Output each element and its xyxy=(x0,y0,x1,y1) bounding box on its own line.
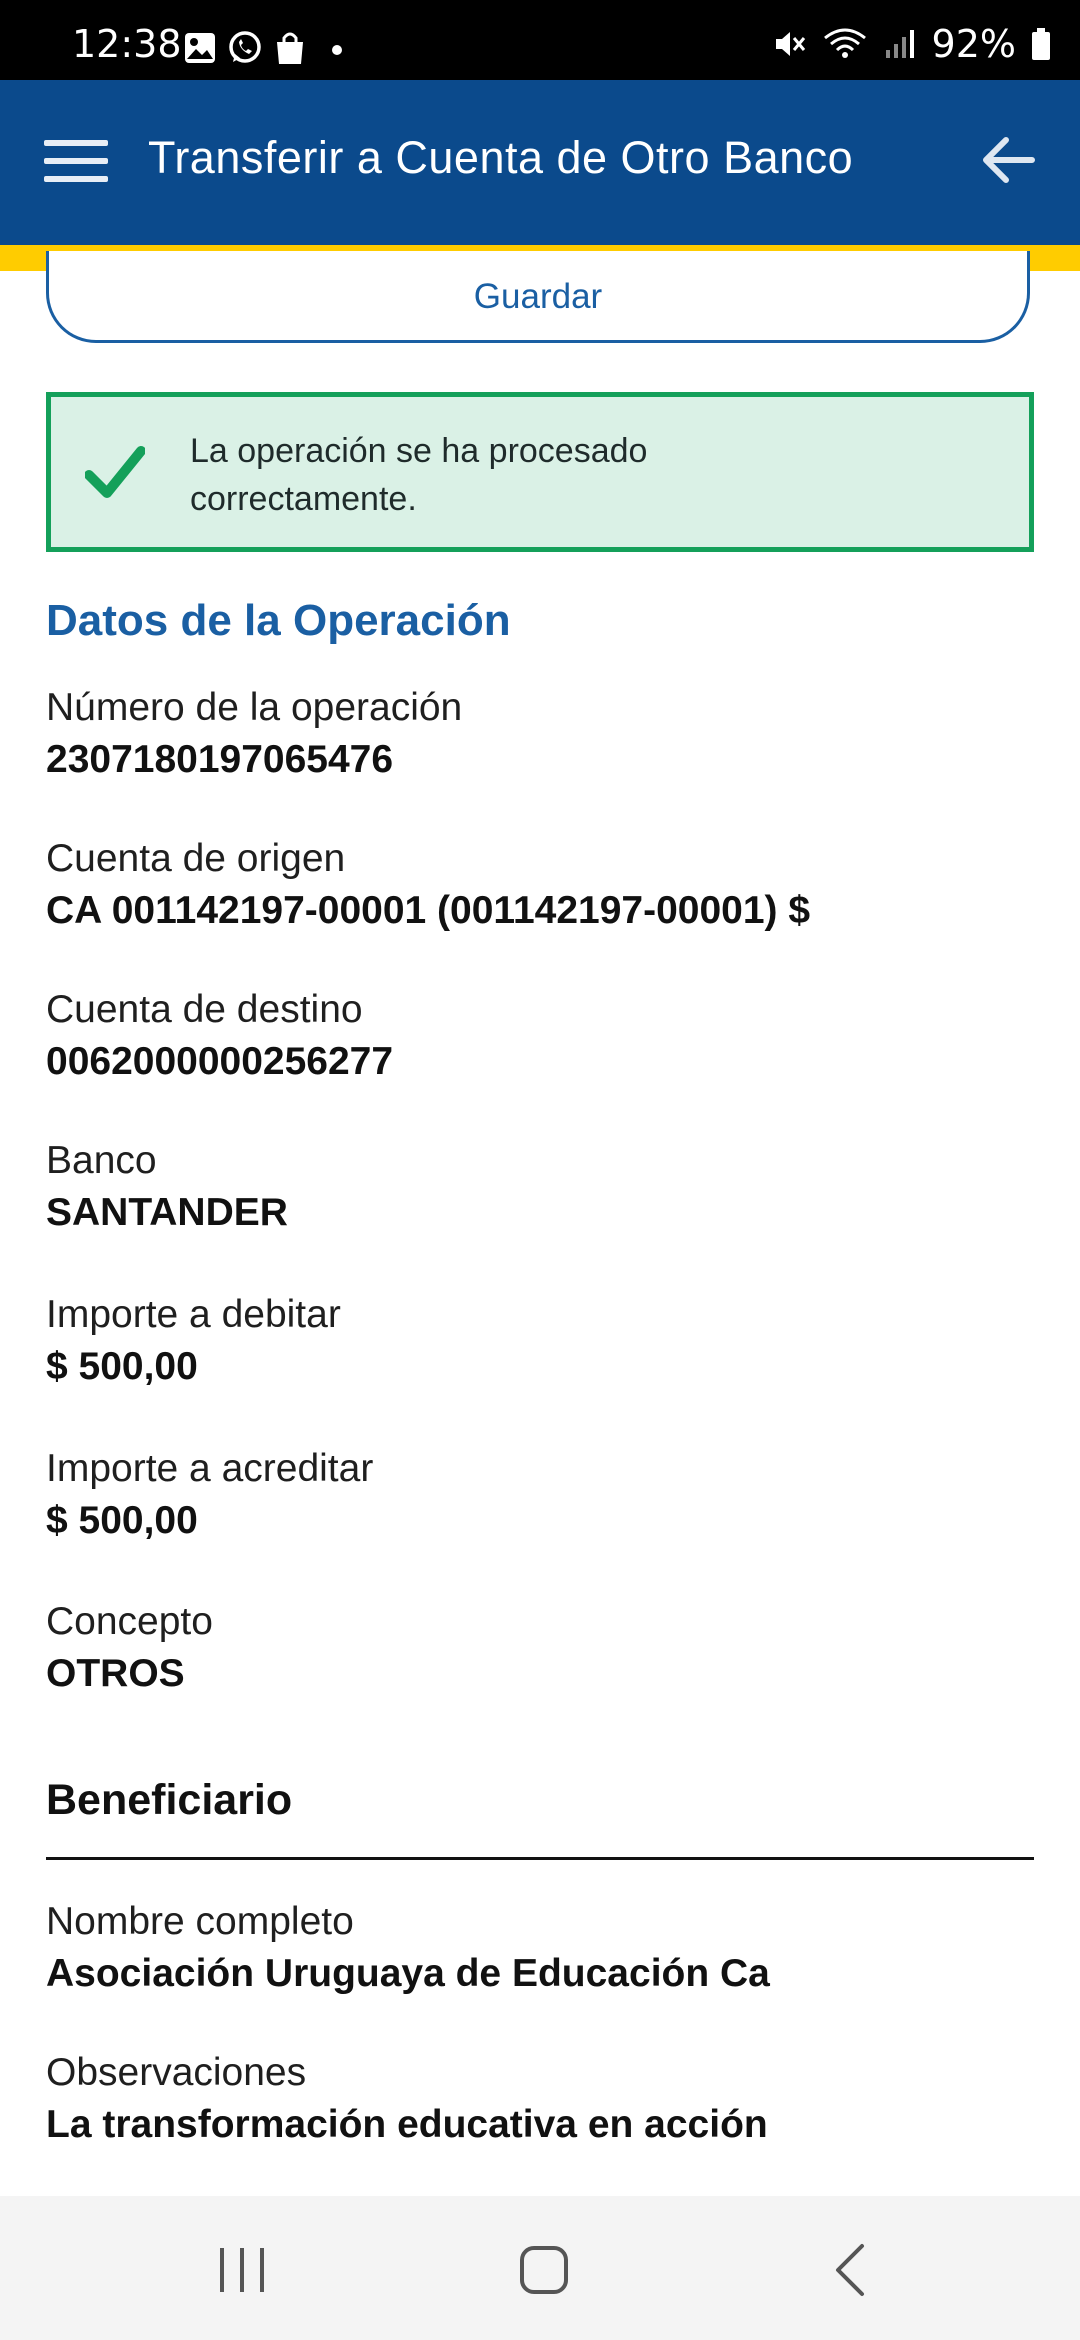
status-time: 12:38 xyxy=(72,22,182,66)
wifi-icon xyxy=(823,28,866,58)
success-message-line1: La operación se ha procesado xyxy=(190,432,648,470)
field-value: 0062000000256277 xyxy=(46,1040,394,1083)
field-label: Importe a acreditar xyxy=(46,1447,374,1490)
field-operation-number: Número de la operación 2307180197065476 xyxy=(46,686,462,782)
section-divider xyxy=(46,1857,1034,1860)
arrow-left-icon xyxy=(983,137,1035,183)
field-label: Concepto xyxy=(46,1600,213,1643)
field-origin-account: Cuenta de origen CA 001142197-00001 (001… xyxy=(46,837,810,933)
status-bar: 12:38 92% xyxy=(0,0,1080,80)
field-full-name: Nombre completo Asociación Uruguaya de E… xyxy=(46,1900,770,1996)
field-label: Cuenta de destino xyxy=(46,988,363,1031)
page-title: Transferir a Cuenta de Otro Banco xyxy=(148,132,854,183)
hamburger-icon xyxy=(44,140,108,146)
field-label: Nombre completo xyxy=(46,1900,354,1943)
battery-icon xyxy=(1032,28,1050,60)
whatsapp-icon xyxy=(229,31,261,63)
field-value: CA 001142197-00001 (001142197-00001) $ xyxy=(46,889,811,932)
notification-icons xyxy=(183,30,347,66)
field-destination-account: Cuenta de destino 0062000000256277 xyxy=(46,988,393,1084)
save-button[interactable]: Guardar xyxy=(46,251,1030,343)
check-icon xyxy=(85,446,145,498)
recents-button[interactable] xyxy=(212,2240,272,2300)
field-observations: Observaciones La transformación educativ… xyxy=(46,2051,768,2147)
app-bar: Transferir a Cuenta de Otro Banco xyxy=(0,80,1080,245)
menu-button[interactable] xyxy=(44,140,108,186)
field-label: Banco xyxy=(46,1139,157,1182)
field-value: La transformación educativa en acción xyxy=(46,2103,768,2146)
home-icon xyxy=(520,2246,568,2294)
field-value: Asociación Uruguaya de Educación Ca xyxy=(46,1952,770,1995)
back-nav-icon xyxy=(836,2244,864,2296)
field-bank: Banco SANTANDER xyxy=(46,1139,288,1235)
field-value: SANTANDER xyxy=(46,1191,288,1234)
field-value: $ 500,00 xyxy=(46,1345,198,1388)
home-button[interactable] xyxy=(515,2240,575,2300)
field-concept: Concepto OTROS xyxy=(46,1600,213,1696)
field-credit-amount: Importe a acreditar $ 500,00 xyxy=(46,1447,373,1543)
operation-section-title: Datos de la Operación xyxy=(46,596,511,645)
mute-icon xyxy=(775,32,805,56)
field-label: Cuenta de origen xyxy=(46,837,346,880)
battery-percentage: 92% xyxy=(931,22,1016,66)
success-message: La operación se ha procesado correctamen… xyxy=(190,427,950,523)
image-icon xyxy=(185,33,215,63)
back-button[interactable] xyxy=(978,130,1038,190)
field-label: Observaciones xyxy=(46,2051,307,2094)
dot-icon xyxy=(332,45,342,55)
signal-icon xyxy=(885,30,914,58)
system-nav-bar xyxy=(0,2196,1080,2340)
field-label: Importe a debitar xyxy=(46,1293,341,1336)
field-label: Número de la operación xyxy=(46,686,463,729)
field-value: $ 500,00 xyxy=(46,1499,198,1542)
field-value: OTROS xyxy=(46,1652,185,1695)
beneficiary-section-title: Beneficiario xyxy=(46,1776,293,1824)
system-status: 92% xyxy=(772,22,1052,66)
field-debit-amount: Importe a debitar $ 500,00 xyxy=(46,1293,341,1389)
recents-icon xyxy=(220,2248,264,2292)
field-value: 2307180197065476 xyxy=(46,738,394,781)
back-nav-button[interactable] xyxy=(822,2240,882,2300)
success-message-line2: correctamente. xyxy=(190,480,417,518)
shopping-bag-icon xyxy=(277,32,303,64)
success-alert: La operación se ha procesado correctamen… xyxy=(46,392,1034,552)
